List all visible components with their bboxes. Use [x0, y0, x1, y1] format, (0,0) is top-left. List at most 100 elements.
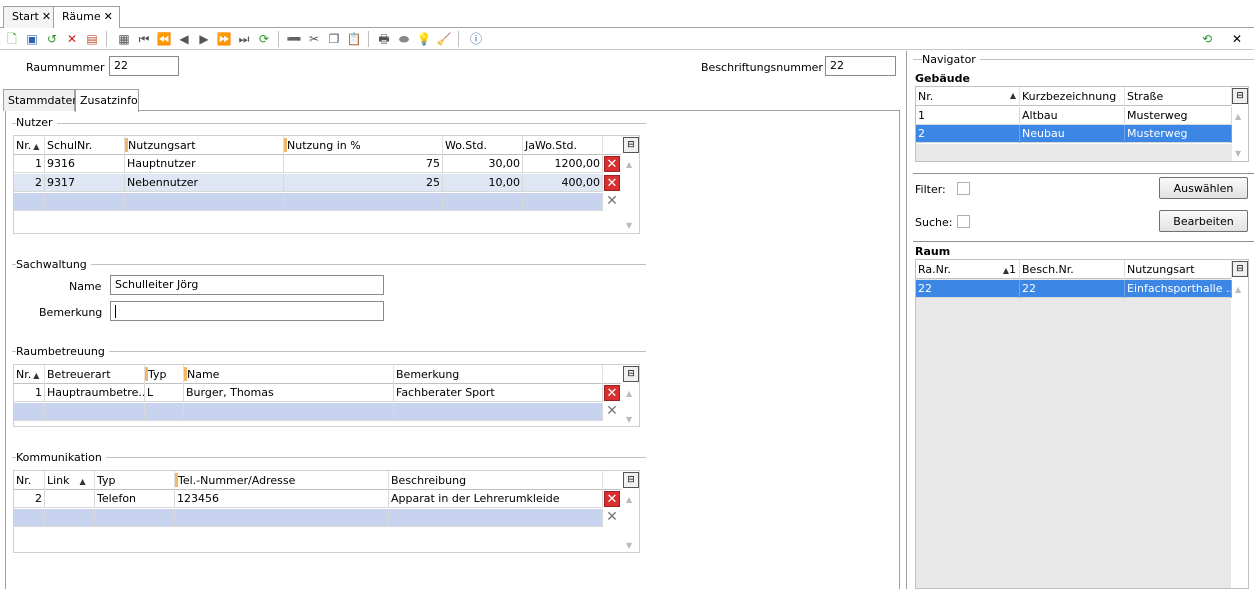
suche-label: Suche:	[915, 216, 953, 229]
name-field[interactable]: Schulleiter Jörg	[110, 275, 384, 295]
list-icon[interactable]: ▦	[116, 31, 132, 47]
lightbulb-icon[interactable]: 💡	[416, 31, 432, 47]
list-item-selected[interactable]: 2 Neubau Musterweg	[916, 125, 1232, 143]
tab-start[interactable]: Start ✕	[3, 6, 59, 28]
column-chooser-icon[interactable]: ⊟	[623, 137, 639, 153]
cut-icon[interactable]: ✂	[306, 31, 322, 47]
toolbar: 🗋 ▣ ↺ ✕ ▤ ▦ ⏮ ⏪ ◀ ▶ ⏩ ⏭ ⟳ ➖ ✂ ❐ 📋 🖶 ⬬ 💡 …	[0, 28, 1254, 50]
col-link[interactable]: Link ▲	[45, 471, 95, 490]
grid-header: Ra.Nr. ▲1 Besch.Nr. Nutzungsart	[916, 260, 1232, 279]
previous-icon[interactable]: ◀	[176, 31, 192, 47]
column-chooser-icon[interactable]: ⊟	[623, 472, 639, 488]
close-icon[interactable]: ✕	[104, 10, 113, 23]
save-icon[interactable]: ▣	[24, 31, 40, 47]
col-nr[interactable]: Nr. ▲	[916, 87, 1020, 106]
last-record-icon[interactable]: ⏭	[236, 31, 252, 47]
tab-start-label: Start	[12, 10, 39, 23]
broom-icon[interactable]: 🧹	[436, 31, 452, 47]
paste-icon[interactable]: 📋	[346, 31, 362, 47]
scroll-down-icon[interactable]: ▼	[626, 221, 632, 230]
col-beschnr[interactable]: Besch.Nr.	[1020, 260, 1125, 279]
col-typ[interactable]: Typ	[145, 365, 184, 384]
table-row[interactable]: 1 Hauptraumbetre... L Burger, Thomas Fac…	[14, 384, 603, 402]
col-jawostd[interactable]: JaWo.Std.	[523, 136, 603, 155]
new-row[interactable]	[14, 403, 603, 421]
col-nutzungsart[interactable]: Nutzungsart	[1125, 260, 1232, 279]
first-record-icon[interactable]: ⏮	[136, 31, 152, 47]
scroll-up-icon[interactable]: ▲	[626, 495, 632, 504]
col-nutzungsart[interactable]: Nutzungsart	[125, 136, 284, 155]
delete-row-icon[interactable]: ✕	[604, 385, 620, 401]
col-nr[interactable]: Nr.	[14, 471, 45, 490]
scroll-up-icon[interactable]: ▲	[1235, 112, 1241, 121]
column-chooser-icon[interactable]: ⊟	[1232, 88, 1248, 104]
col-strasse[interactable]: Straße	[1125, 87, 1232, 106]
scroll-up-icon[interactable]: ▲	[1235, 285, 1241, 294]
column-chooser-icon[interactable]: ⊟	[623, 366, 639, 382]
col-ranr[interactable]: Ra.Nr. ▲1	[916, 260, 1020, 279]
sync-icon[interactable]: ⟲	[1199, 31, 1215, 47]
sort-asc-icon: ▲	[1009, 91, 1016, 100]
scroll-up-icon[interactable]: ▲	[626, 160, 632, 169]
new-icon[interactable]: 🗋	[4, 31, 20, 47]
scroll-down-icon[interactable]: ▼	[1235, 149, 1241, 158]
raumbetreuung-grid: Nr. ▲ Betreuerart Typ Name Bemerkung 1 Ha…	[13, 364, 640, 427]
sort-asc-icon: ▲	[33, 142, 40, 151]
shape-icon[interactable]: ⬬	[396, 31, 412, 47]
list-item[interactable]: 1 Altbau Musterweg	[916, 107, 1232, 125]
delete-icon[interactable]: ✕	[64, 31, 80, 47]
help-icon[interactable]: ⓘ	[468, 31, 484, 47]
col-nr[interactable]: Nr. ▲	[14, 136, 45, 155]
delete-row-icon: ✕	[604, 509, 620, 525]
col-schulnr[interactable]: SchulNr.	[45, 136, 125, 155]
list-item-selected[interactable]: 22 22 Einfachsporthalle ...	[916, 280, 1232, 298]
col-name[interactable]: Name	[184, 365, 394, 384]
close-window-icon[interactable]: ✕	[1229, 31, 1245, 47]
delete-all-icon[interactable]: ▤	[84, 31, 100, 47]
auswaehlen-button[interactable]: Auswählen	[1159, 177, 1248, 199]
col-wostd[interactable]: Wo.Std.	[443, 136, 523, 155]
next-icon[interactable]: ▶	[196, 31, 212, 47]
tab-stammdaten[interactable]: Stammdaten	[3, 89, 79, 111]
suche-checkbox[interactable]	[957, 215, 970, 228]
fast-back-icon[interactable]: ⏪	[156, 31, 172, 47]
col-nutzung-prozent[interactable]: Nutzung in %	[284, 136, 443, 155]
tab-raeume[interactable]: Räume ✕	[53, 6, 120, 29]
bemerkung-field[interactable]	[110, 301, 384, 321]
col-bemerkung[interactable]: Bemerkung	[394, 365, 603, 384]
col-kurzbezeichnung[interactable]: Kurzbezeichnung	[1020, 87, 1125, 106]
table-row[interactable]: 1 9316 Hauptnutzer 75 30,00 1200,00	[14, 155, 603, 173]
fast-forward-icon[interactable]: ⏩	[216, 31, 232, 47]
undo-icon[interactable]: ↺	[44, 31, 60, 47]
delete-row-icon[interactable]: ✕	[604, 491, 620, 507]
gebaeude-title: Gebäude	[915, 72, 970, 85]
column-chooser-icon[interactable]: ⊟	[1232, 261, 1248, 277]
scroll-down-icon[interactable]: ▼	[626, 541, 632, 550]
raumnummer-field[interactable]: 22	[109, 56, 179, 76]
col-typ[interactable]: Typ	[95, 471, 175, 490]
col-beschreibung[interactable]: Beschreibung	[389, 471, 603, 490]
col-betreuerart[interactable]: Betreuerart	[45, 365, 145, 384]
delete-row-icon[interactable]: ✕	[604, 156, 620, 172]
scroll-up-icon[interactable]: ▲	[626, 389, 632, 398]
filter-checkbox[interactable]	[957, 182, 970, 195]
delete-row-icon: ✕	[604, 403, 620, 419]
tab-zusatzinfo[interactable]: Zusatzinfo	[75, 89, 139, 112]
scroll-down-icon[interactable]: ▼	[626, 415, 632, 424]
col-nr[interactable]: Nr. ▲	[14, 365, 45, 384]
close-icon[interactable]: ✕	[42, 10, 51, 23]
remove-icon[interactable]: ➖	[286, 31, 302, 47]
copy-icon[interactable]: ❐	[326, 31, 342, 47]
refresh-icon[interactable]: ⟳	[256, 31, 272, 47]
col-tel-adresse[interactable]: Tel.-Nummer/Adresse	[175, 471, 389, 490]
filter-label: Filter:	[915, 183, 946, 196]
new-row[interactable]	[14, 193, 603, 211]
beschriftungsnummer-field[interactable]: 22	[825, 56, 896, 76]
new-row[interactable]	[14, 509, 603, 527]
print-icon[interactable]: 🖶	[376, 31, 392, 47]
navigator-title: Navigator	[922, 53, 980, 66]
table-row[interactable]: 2 Telefon 123456 Apparat in der Lehrerum…	[14, 490, 603, 508]
delete-row-icon[interactable]: ✕	[604, 175, 620, 191]
table-row[interactable]: 2 9317 Nebennutzer 25 10,00 400,00	[14, 174, 603, 192]
bearbeiten-button[interactable]: Bearbeiten	[1159, 210, 1248, 232]
